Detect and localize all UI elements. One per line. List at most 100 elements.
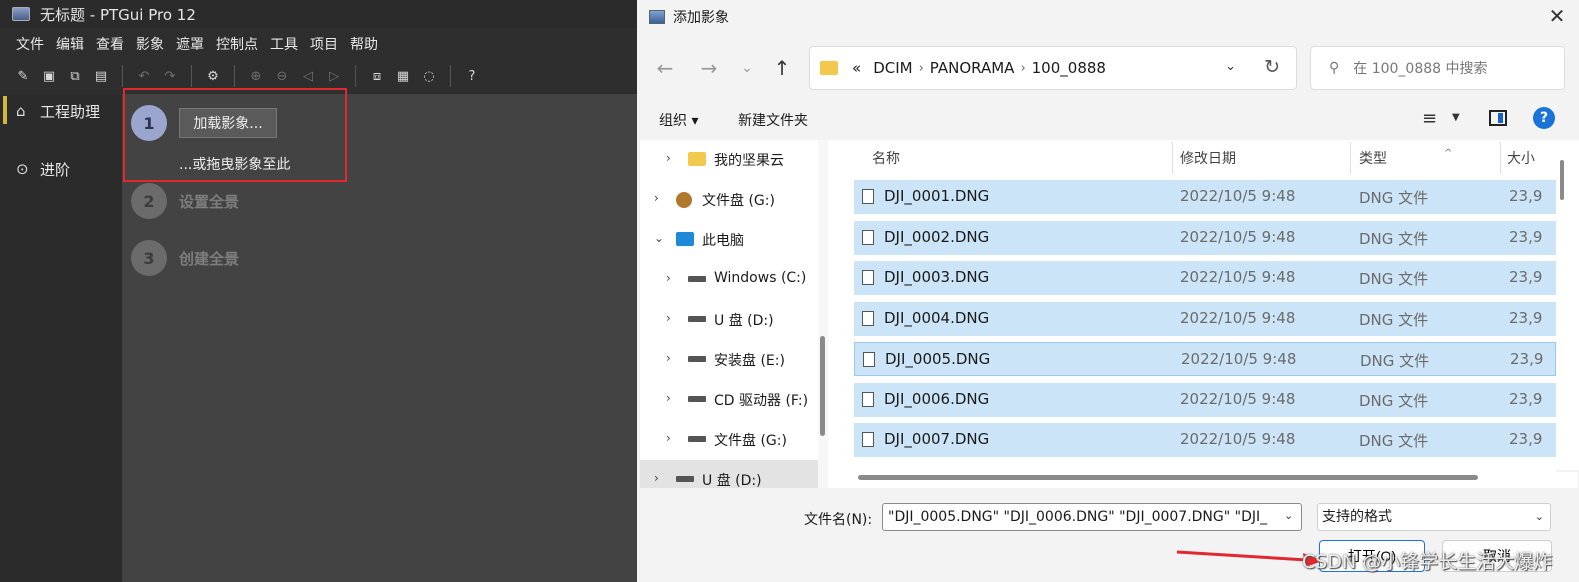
breadcrumb-dcim[interactable]: DCIM <box>873 59 912 77</box>
settings-gear-icon[interactable]: ⚙ <box>203 66 223 86</box>
pc-icon <box>676 232 694 246</box>
expand-chevron-icon[interactable]: › <box>666 311 671 325</box>
file-row[interactable]: DJI_0002.DNG 2022/10/5 9:48 DNG 文件 23,9 <box>854 220 1556 255</box>
back-arrow-icon[interactable]: ← <box>653 56 677 80</box>
expanded-chevron-icon[interactable]: ⌄ <box>654 231 664 245</box>
refresh-icon[interactable]: ↻ <box>1264 56 1280 78</box>
preview-pane-icon[interactable] <box>1489 110 1507 126</box>
close-icon[interactable]: ✕ <box>1545 4 1569 28</box>
menu-file[interactable]: 文件 <box>16 34 44 54</box>
table-icon[interactable]: ▦ <box>393 66 413 86</box>
view-list-icon[interactable]: ≡ <box>1422 108 1437 129</box>
file-row[interactable]: DJI_0001.DNG 2022/10/5 9:48 DNG 文件 23,9 <box>854 180 1556 214</box>
copy-icon[interactable]: ⧉ <box>65 66 85 86</box>
file-date: 2022/10/5 9:48 <box>1180 268 1296 286</box>
file-row[interactable]: DJI_0005.DNG 2022/10/5 9:48 DNG 文件 23,9 <box>854 342 1556 376</box>
redo-icon[interactable]: ↷ <box>160 66 180 86</box>
open-project-icon[interactable]: ▣ <box>39 66 59 86</box>
menu-tools[interactable]: 工具 <box>270 34 298 54</box>
file-row[interactable]: DJI_0007.DNG 2022/10/5 9:48 DNG 文件 23,9 <box>854 423 1556 457</box>
scrollbar-thumb[interactable] <box>858 475 1478 480</box>
prev-icon[interactable]: ◁ <box>298 66 318 86</box>
tree-item[interactable]: ⌄ 此电脑 <box>640 220 818 258</box>
view-dropdown-icon[interactable]: ▼ <box>1452 112 1460 123</box>
menu-view[interactable]: 查看 <box>96 34 124 54</box>
toolbar-separator <box>450 65 451 87</box>
recent-locations-chevron-icon[interactable]: ⌄ <box>735 56 759 80</box>
file-list-horizontal-scrollbar[interactable] <box>828 472 1578 488</box>
column-header-size[interactable]: 大小 <box>1507 148 1535 168</box>
expand-chevron-icon[interactable]: › <box>654 471 659 485</box>
column-header-type[interactable]: 类型 <box>1359 148 1387 168</box>
forward-arrow-icon[interactable]: → <box>697 56 721 80</box>
file-type-filter[interactable]: 支持的格式 ⌄ <box>1317 503 1551 531</box>
breadcrumb-panorama[interactable]: PANORAMA <box>930 59 1015 77</box>
file-row[interactable]: DJI_0004.DNG 2022/10/5 9:48 DNG 文件 23,9 <box>854 301 1556 336</box>
scrollbar-thumb[interactable] <box>1560 160 1564 200</box>
project-assistant-panel: 1 加载影象... ...或拖曳影象至此 2 设置全景 3 创建全景 <box>122 88 640 582</box>
lightbulb-icon[interactable]: ◌ <box>419 66 439 86</box>
address-dropdown-icon[interactable]: ⌄ <box>1225 59 1236 74</box>
help-icon[interactable]: ? <box>462 66 482 86</box>
expand-chevron-icon[interactable]: › <box>666 271 671 285</box>
file-size: 23,9 <box>1510 350 1544 368</box>
save-icon[interactable]: ▤ <box>91 66 111 86</box>
menu-images[interactable]: 影象 <box>136 34 164 54</box>
new-project-icon[interactable]: ✎ <box>13 66 33 86</box>
breadcrumb-overflow[interactable]: « <box>852 59 861 77</box>
next-icon[interactable]: ▷ <box>324 66 344 86</box>
panorama-editor-icon[interactable]: ⧈ <box>367 66 387 86</box>
file-type: DNG 文件 <box>1359 189 1429 207</box>
address-bar[interactable]: « DCIM › PANORAMA › 100_0888 ⌄ ↻ <box>809 46 1297 90</box>
tree-item[interactable]: › 文件盘 (G:) <box>640 180 818 218</box>
filename-dropdown-icon[interactable]: ⌄ <box>1284 509 1293 522</box>
tree-item[interactable]: › 安装盘 (E:) <box>640 340 818 378</box>
dialog-icon <box>649 10 665 24</box>
file-list-vertical-scrollbar[interactable] <box>1556 140 1579 470</box>
breadcrumb-current[interactable]: 100_0888 <box>1032 59 1106 77</box>
sidebar-item-label: 进阶 <box>40 160 71 179</box>
menu-mask[interactable]: 遮罩 <box>176 34 204 54</box>
tree-item[interactable]: › Windows (C:) <box>640 260 818 298</box>
filename-input[interactable]: "DJI_0005.DNG" "DJI_0006.DNG" "DJI_0007.… <box>882 503 1302 531</box>
help-icon[interactable]: ? <box>1533 107 1555 129</box>
zoom-in-icon[interactable]: ⊕ <box>246 66 266 86</box>
file-icon <box>862 270 874 285</box>
file-type: DNG 文件 <box>1359 310 1429 329</box>
tree-item[interactable]: › CD 驱动器 (F:) <box>640 380 818 418</box>
column-header-name[interactable]: 名称 <box>872 148 900 168</box>
tree-scrollbar[interactable] <box>818 140 828 488</box>
expand-chevron-icon[interactable]: › <box>666 151 671 165</box>
file-row[interactable]: DJI_0003.DNG 2022/10/5 9:48 DNG 文件 23,9 <box>854 261 1556 295</box>
undo-icon[interactable]: ↶ <box>134 66 154 86</box>
file-icon <box>862 391 874 407</box>
search-box[interactable]: ⚲ 在 100_0888 中搜索 <box>1310 46 1565 90</box>
new-folder-button[interactable]: 新建文件夹 <box>738 110 808 130</box>
column-divider[interactable] <box>1172 142 1173 174</box>
watermark: CSDN @小锋学长生活大爆炸 <box>1302 551 1553 573</box>
organize-button[interactable]: 组织 ▾ <box>659 110 698 130</box>
tree-item[interactable]: › U 盘 (D:) <box>640 460 818 488</box>
column-divider[interactable] <box>1350 142 1351 174</box>
expand-chevron-icon[interactable]: › <box>666 431 671 445</box>
column-divider[interactable] <box>1500 142 1501 174</box>
zoom-out-icon[interactable]: ⊖ <box>272 66 292 86</box>
menu-project[interactable]: 项目 <box>310 34 338 54</box>
command-bar: 组织 ▾ 新建文件夹 ≡ ▼ ? <box>637 100 1579 140</box>
menu-edit[interactable]: 编辑 <box>56 34 84 54</box>
expand-chevron-icon[interactable]: › <box>666 391 671 405</box>
menu-control-points[interactable]: 控制点 <box>216 34 258 54</box>
menu-help[interactable]: 帮助 <box>350 34 378 54</box>
sidebar-item-advanced[interactable]: ⊙ 进阶 <box>0 154 122 184</box>
tree-item[interactable]: › 我的坚果云 <box>640 140 818 178</box>
file-row[interactable]: DJI_0006.DNG 2022/10/5 9:48 DNG 文件 23,9 <box>854 382 1556 417</box>
column-header-date[interactable]: 修改日期 <box>1180 148 1236 168</box>
up-arrow-icon[interactable]: ↑ <box>770 56 794 80</box>
scrollbar-thumb[interactable] <box>820 336 825 436</box>
expand-chevron-icon[interactable]: › <box>654 191 659 205</box>
expand-chevron-icon[interactable]: › <box>666 351 671 365</box>
tree-item[interactable]: › 文件盘 (G:) <box>640 420 818 458</box>
sidebar-item-project-assistant[interactable]: ⌂ 工程助理 <box>0 96 122 126</box>
tree-item[interactable]: › U 盘 (D:) <box>640 300 818 338</box>
step-3-badge: 3 <box>131 240 167 276</box>
